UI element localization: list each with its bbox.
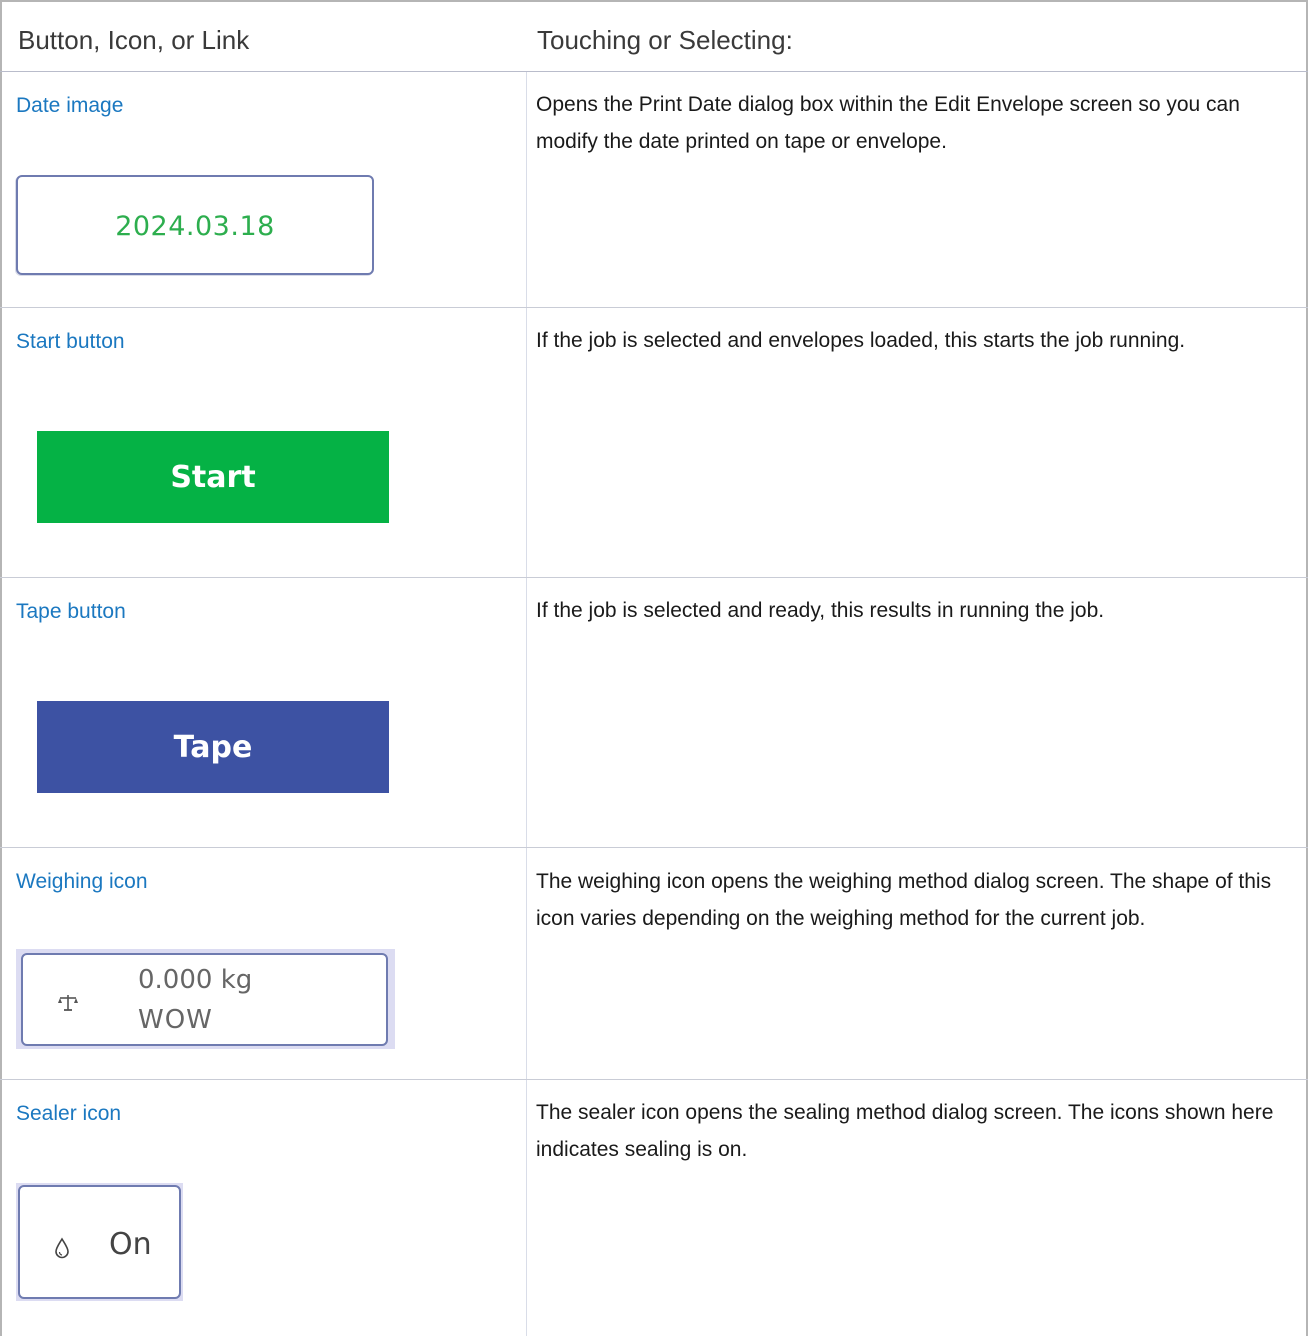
tape-button-label: Tape [173, 729, 253, 765]
link-tape-button[interactable]: Tape button [16, 600, 126, 624]
scale-icon [58, 995, 78, 1011]
weighing-widget-highlight: 0.000 kg WOW [16, 949, 395, 1049]
sealer-widget-highlight: On [16, 1183, 183, 1301]
description-tape-button: If the job is selected and ready, this r… [536, 599, 1105, 622]
column-divider [526, 72, 527, 1336]
weighing-mode: WOW [138, 1005, 213, 1035]
row-separator [0, 847, 1308, 848]
tape-button[interactable]: Tape [37, 701, 389, 793]
description-sealer-icon: The sealer icon opens the sealing method… [536, 1101, 1274, 1161]
link-start-button[interactable]: Start button [16, 330, 125, 354]
sealer-status: On [109, 1227, 152, 1262]
date-image[interactable]: 2024.03.18 [16, 175, 374, 275]
start-button-label: Start [170, 459, 256, 495]
header-col-button: Button, Icon, or Link [18, 25, 250, 55]
description-weighing-icon: The weighing icon opens the weighing met… [536, 870, 1272, 930]
table-header: Button, Icon, or Link Touching or Select… [0, 0, 1308, 72]
row-separator [0, 577, 1308, 578]
row-separator [0, 1079, 1308, 1080]
description-start-button: If the job is selected and envelopes loa… [536, 329, 1186, 352]
link-weighing-icon[interactable]: Weighing icon [16, 870, 148, 894]
link-sealer-icon[interactable]: Sealer icon [16, 1102, 121, 1126]
description-date-image: Opens the Print Date dialog box within t… [536, 93, 1240, 153]
weight-value: 0.000 kg [138, 965, 253, 995]
weighing-widget[interactable]: 0.000 kg WOW [21, 953, 388, 1046]
row-separator [0, 307, 1308, 308]
start-button[interactable]: Start [37, 431, 389, 523]
water-drop-icon [55, 1237, 69, 1259]
link-date-image[interactable]: Date image [16, 94, 123, 118]
header-col-action: Touching or Selecting: [537, 25, 793, 55]
sealer-widget[interactable]: On [18, 1185, 181, 1299]
date-value: 2024.03.18 [115, 211, 275, 242]
